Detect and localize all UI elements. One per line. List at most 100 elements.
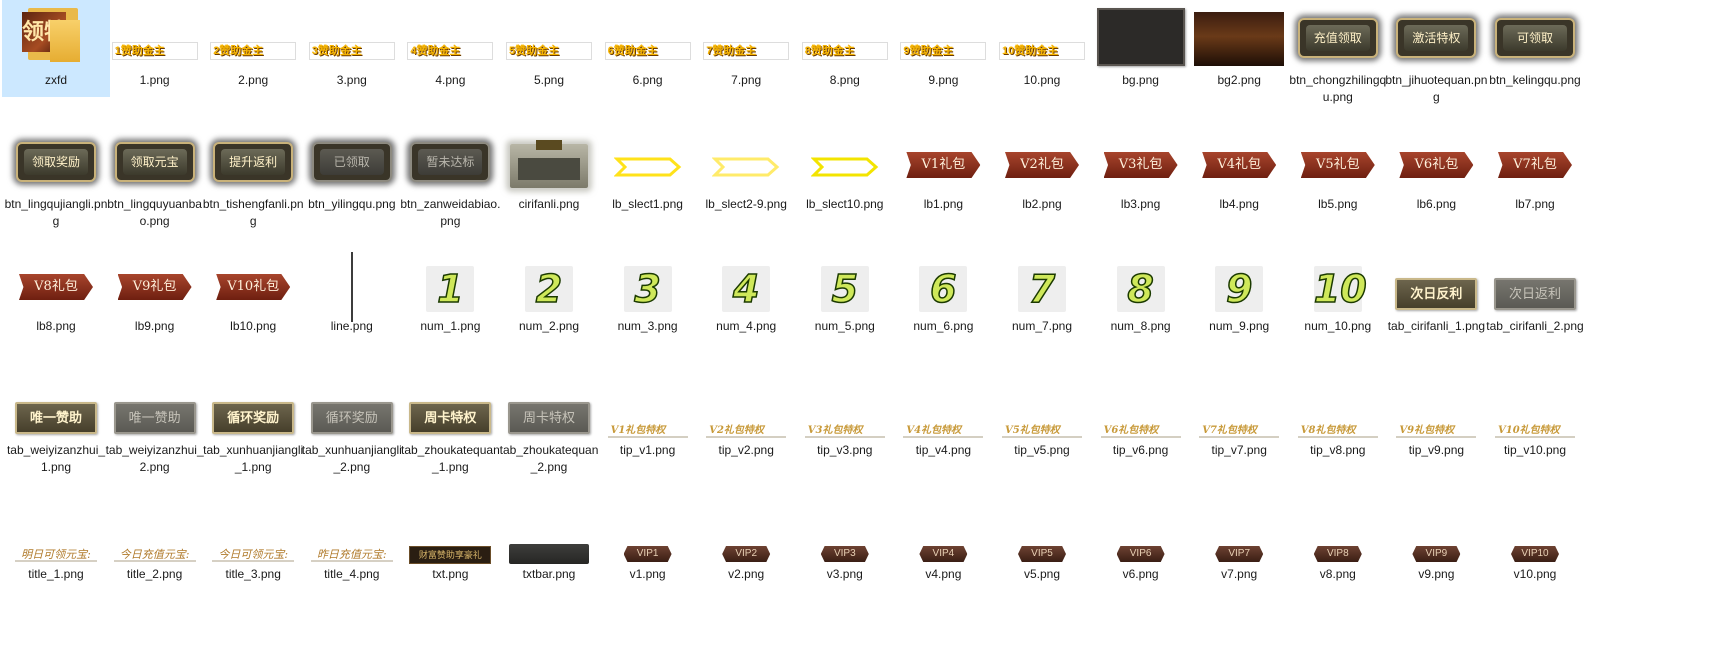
file-thumbnail[interactable]: 明日可领元宝: <box>2 494 110 566</box>
file-item[interactable]: lb_slect1.png <box>594 124 702 213</box>
file-name[interactable]: v7.png <box>1185 566 1293 583</box>
file-name[interactable]: title_3.png <box>199 566 307 583</box>
file-item[interactable]: 可领取 btn_kelingqu.png <box>1481 0 1589 89</box>
file-item[interactable]: 4赞助金主 4.png <box>396 0 504 89</box>
file-item[interactable]: 6 num_6.png <box>889 246 997 335</box>
file-item[interactable]: 周卡特权 tab_zhoukatequan_1.png <box>396 370 504 476</box>
file-thumbnail[interactable]: V2礼包特权 <box>692 370 800 442</box>
file-name[interactable]: v4.png <box>889 566 997 583</box>
file-item[interactable]: 3赞助金主 3.png <box>298 0 406 89</box>
file-thumbnail[interactable]: VIP4 <box>889 494 997 566</box>
file-name[interactable]: bg2.png <box>1185 72 1293 89</box>
file-item[interactable]: bg2.png <box>1185 0 1293 89</box>
file-thumbnail[interactable]: V7礼包 <box>1481 124 1589 196</box>
file-item[interactable]: 领取奖励 btn_lingqujiangli.png <box>2 124 110 230</box>
file-name[interactable]: tab_weiyizanzhui_2.png <box>101 442 209 476</box>
file-thumbnail[interactable] <box>594 124 702 196</box>
file-item[interactable]: 9赞助金主 9.png <box>889 0 997 89</box>
file-thumbnail[interactable]: 4赞助金主 <box>396 0 504 72</box>
file-thumbnail[interactable]: 10赞助金主 <box>988 0 1096 72</box>
file-thumbnail[interactable]: VIP1 <box>594 494 702 566</box>
file-item[interactable]: V1礼包 lb1.png <box>889 124 997 213</box>
file-thumbnail[interactable]: V1礼包特权 <box>594 370 702 442</box>
file-item[interactable]: V7礼包特权 tip_v7.png <box>1185 370 1293 459</box>
file-thumbnail[interactable]: 可领取 <box>1481 0 1589 72</box>
file-name[interactable]: v3.png <box>791 566 899 583</box>
file-thumbnail[interactable]: V5礼包 <box>1284 124 1392 196</box>
file-name[interactable]: tab_zhoukatequan_2.png <box>495 442 603 476</box>
file-thumbnail[interactable]: 2赞助金主 <box>199 0 307 72</box>
file-item[interactable]: V2礼包 lb2.png <box>988 124 1096 213</box>
file-item[interactable]: 10赞助金主 10.png <box>988 0 1096 89</box>
file-name[interactable]: lb3.png <box>1087 196 1195 213</box>
file-thumbnail[interactable]: 今日充值元宝: <box>101 494 209 566</box>
file-item[interactable]: VIP8 v8.png <box>1284 494 1392 583</box>
file-name[interactable]: lb9.png <box>101 318 209 335</box>
file-name[interactable]: btn_kelingqu.png <box>1481 72 1589 89</box>
file-item[interactable]: 6赞助金主 6.png <box>594 0 702 89</box>
file-name[interactable]: num_10.png <box>1284 318 1392 335</box>
file-name[interactable]: num_6.png <box>889 318 997 335</box>
file-name[interactable]: tip_v6.png <box>1087 442 1195 459</box>
file-thumbnail[interactable]: VIP3 <box>791 494 899 566</box>
file-item[interactable]: VIP7 v7.png <box>1185 494 1293 583</box>
file-name[interactable]: 5.png <box>495 72 603 89</box>
file-name[interactable]: txt.png <box>396 566 504 583</box>
file-item[interactable]: V5礼包 lb5.png <box>1284 124 1392 213</box>
file-thumbnail[interactable]: V8礼包特权 <box>1284 370 1392 442</box>
file-item[interactable]: V4礼包特权 tip_v4.png <box>889 370 997 459</box>
file-name[interactable]: tip_v1.png <box>594 442 702 459</box>
file-name[interactable]: lb_slect10.png <box>791 196 899 213</box>
file-thumbnail[interactable]: 充值领取 <box>1284 0 1392 72</box>
file-name[interactable]: title_2.png <box>101 566 209 583</box>
file-item[interactable]: V6礼包 lb6.png <box>1382 124 1490 213</box>
file-name[interactable]: title_1.png <box>2 566 110 583</box>
file-name[interactable]: 4.png <box>396 72 504 89</box>
file-name[interactable]: lb1.png <box>889 196 997 213</box>
file-thumbnail[interactable]: 1赞助金主 <box>101 0 209 72</box>
file-name[interactable]: tip_v4.png <box>889 442 997 459</box>
file-item[interactable]: V3礼包特权 tip_v3.png <box>791 370 899 459</box>
file-thumbnail[interactable]: V9礼包特权 <box>1382 370 1490 442</box>
file-thumbnail[interactable]: 9 <box>1185 246 1293 318</box>
file-name[interactable]: tab_xunhuanjiangli_1.png <box>199 442 307 476</box>
file-item[interactable]: VIP1 v1.png <box>594 494 702 583</box>
file-name[interactable]: lb2.png <box>988 196 1096 213</box>
file-item[interactable]: 唯一赞助 tab_weiyizanzhui_2.png <box>101 370 209 476</box>
file-name[interactable]: v8.png <box>1284 566 1392 583</box>
file-thumbnail[interactable]: 领取元宝 <box>101 124 209 196</box>
file-item[interactable]: V8礼包特权 tip_v8.png <box>1284 370 1392 459</box>
file-item[interactable]: 7 num_7.png <box>988 246 1096 335</box>
file-name[interactable]: zxfd <box>2 72 110 89</box>
file-thumbnail[interactable]: 6 <box>889 246 997 318</box>
file-item[interactable]: 2赞助金主 2.png <box>199 0 307 89</box>
file-name[interactable]: v2.png <box>692 566 800 583</box>
file-item[interactable]: V5礼包特权 tip_v5.png <box>988 370 1096 459</box>
file-thumbnail[interactable]: 次日返利 <box>1481 246 1589 318</box>
file-name[interactable]: num_9.png <box>1185 318 1293 335</box>
file-item[interactable]: 5 num_5.png <box>791 246 899 335</box>
file-thumbnail[interactable]: 次日反利 <box>1382 246 1490 318</box>
file-item[interactable]: 次日反利 tab_cirifanli_1.png <box>1382 246 1490 335</box>
file-thumbnail[interactable]: 财富赞助享豪礼 <box>396 494 504 566</box>
file-item[interactable]: 1赞助金主 1.png <box>101 0 209 89</box>
file-name[interactable]: tab_zhoukatequan_1.png <box>396 442 504 476</box>
file-name[interactable]: lb4.png <box>1185 196 1293 213</box>
file-item[interactable]: V9礼包 lb9.png <box>101 246 209 335</box>
file-name[interactable]: tip_v7.png <box>1185 442 1293 459</box>
file-name[interactable]: txtbar.png <box>495 566 603 583</box>
file-thumbnail[interactable]: 循环奖励 <box>298 370 406 442</box>
file-item[interactable]: 3 num_3.png <box>594 246 702 335</box>
file-item[interactable]: V4礼包 lb4.png <box>1185 124 1293 213</box>
file-name[interactable]: btn_chongzhilingqu.png <box>1284 72 1392 106</box>
file-item[interactable]: VIP6 v6.png <box>1087 494 1195 583</box>
file-item[interactable]: 今日充值元宝: title_2.png <box>101 494 209 583</box>
file-name[interactable]: tip_v8.png <box>1284 442 1392 459</box>
file-thumbnail[interactable]: V1礼包 <box>889 124 997 196</box>
file-name[interactable]: btn_jihuotequan.png <box>1382 72 1490 106</box>
file-thumbnail[interactable]: 今日可领元宝: <box>199 494 307 566</box>
file-name[interactable]: tip_v2.png <box>692 442 800 459</box>
file-thumbnail[interactable]: 暂未达标 <box>396 124 504 196</box>
file-thumbnail[interactable]: V2礼包 <box>988 124 1096 196</box>
file-item[interactable]: V2礼包特权 tip_v2.png <box>692 370 800 459</box>
